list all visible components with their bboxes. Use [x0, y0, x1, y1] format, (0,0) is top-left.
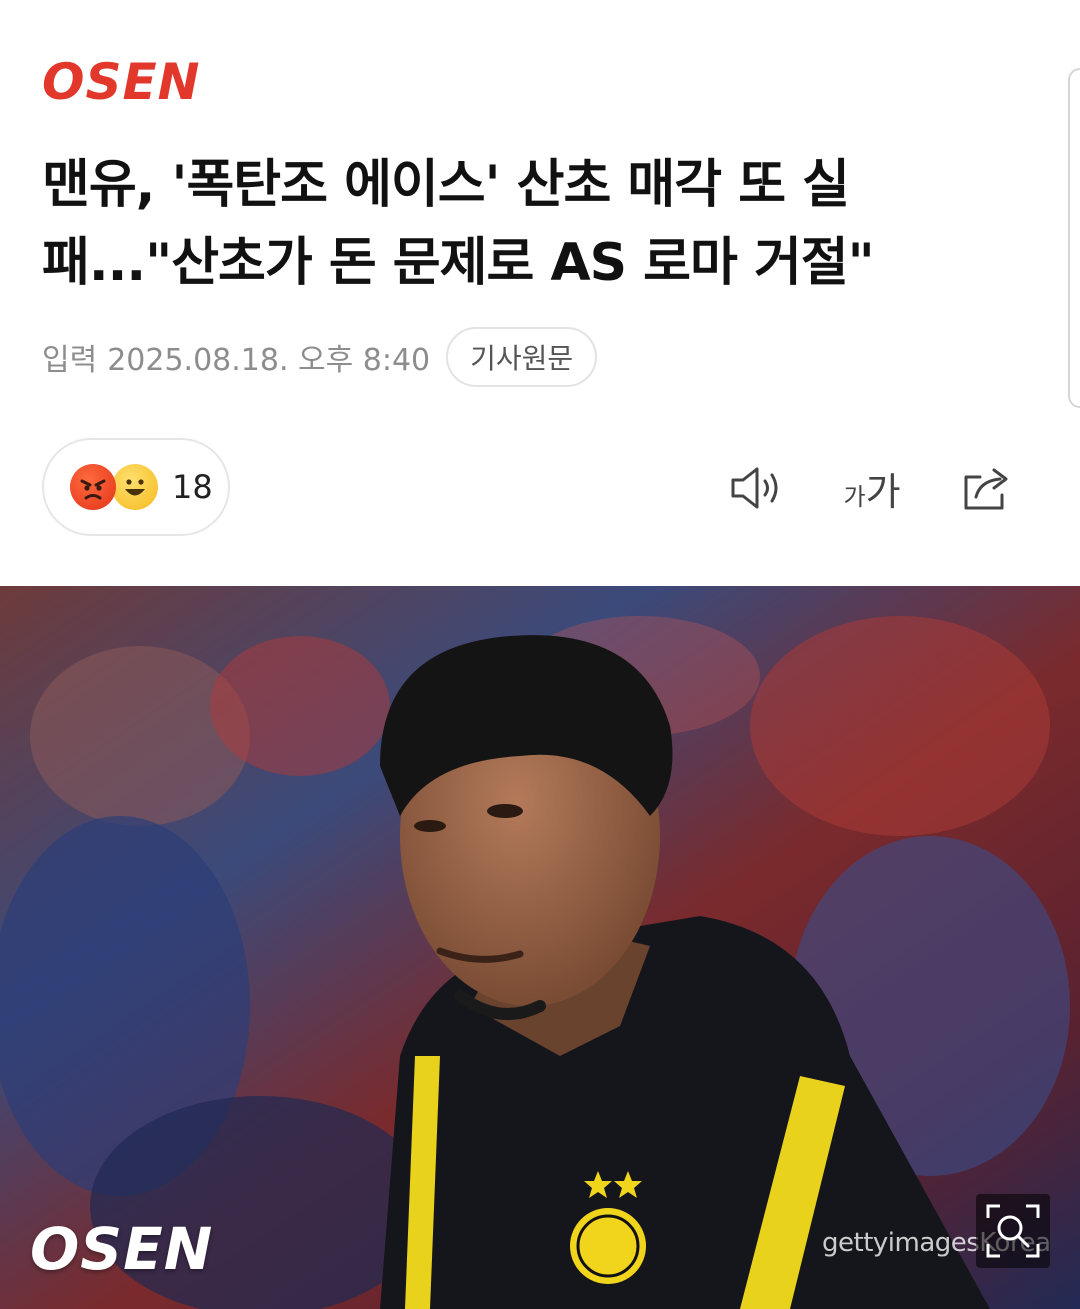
photo-watermark-logo: OSEN — [30, 1215, 214, 1283]
speaker-icon[interactable] — [726, 460, 786, 516]
article-page: OSEN 맨유, '폭탄조 에이스' 산초 매각 또 실패..."산초가 돈 문… — [0, 0, 1080, 1309]
published-label: 입력 — [42, 343, 98, 378]
article-meta: 입력 2025.08.18. 오후 8:40 기사원문 — [42, 326, 598, 388]
share-icon[interactable] — [956, 460, 1016, 516]
angry-emoji-icon — [70, 464, 116, 510]
reaction-button[interactable]: 18 — [42, 438, 230, 536]
player-photo — [0, 586, 1080, 1309]
side-panel-handle[interactable] — [1068, 68, 1080, 408]
osen-logo[interactable]: OSEN — [42, 54, 201, 110]
reaction-count: 18 — [172, 468, 213, 506]
zoom-icon[interactable] — [976, 1194, 1050, 1268]
reaction-emojis — [70, 462, 162, 512]
font-size-button[interactable]: 가 가 — [836, 460, 908, 516]
published-date: 2025.08.18. 오후 8:40 — [107, 343, 431, 378]
article-title: 맨유, '폭탄조 에이스' 산초 매각 또 실패..."산초가 돈 문제로 AS… — [42, 155, 875, 293]
original-article-button[interactable]: 기사원문 — [446, 327, 598, 387]
article-photo[interactable]: OSEN gettyimagesKorea — [0, 586, 1080, 1309]
font-large-label: 가 — [865, 469, 901, 514]
happy-emoji-icon — [112, 464, 158, 510]
font-small-label: 가 — [843, 482, 866, 511]
